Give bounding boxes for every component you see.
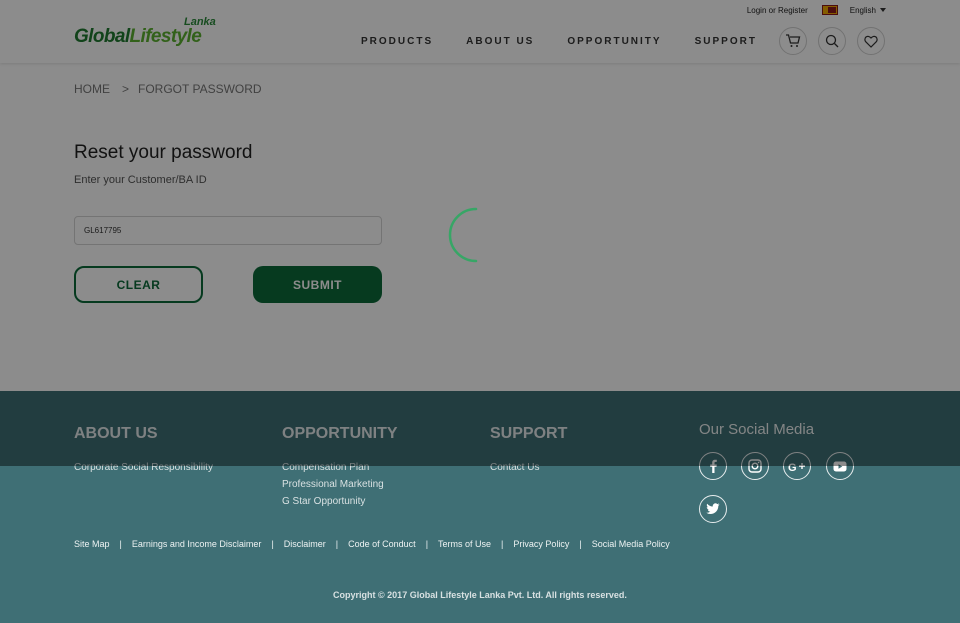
footer-support-title: SUPPORT [490, 425, 568, 442]
instagram-button[interactable] [741, 452, 769, 480]
search-icon [825, 34, 839, 48]
search-button[interactable] [818, 27, 846, 55]
logo-lifestyle-text: Lifestyle [129, 26, 202, 47]
link-separator: | [119, 539, 122, 549]
footer-link-site-map[interactable]: Site Map [74, 539, 110, 549]
breadcrumb-separator: > [122, 82, 130, 96]
clear-button[interactable]: CLEAR [74, 266, 203, 303]
footer-link-contact[interactable]: Contact Us [490, 462, 539, 473]
footer-link-social-policy[interactable]: Social Media Policy [592, 539, 670, 549]
link-separator: | [335, 539, 339, 549]
header-topbar: Login or Register English [747, 5, 886, 15]
breadcrumb-current: FORGOT PASSWORD [138, 82, 262, 96]
wishlist-button[interactable] [857, 27, 885, 55]
nav-opportunity[interactable]: OPPORTUNITY [567, 36, 661, 47]
svg-text:G: G [788, 462, 797, 472]
facebook-button[interactable] [699, 452, 727, 480]
footer-link-professional-marketing[interactable]: Professional Marketing [282, 479, 384, 490]
cart-icon [786, 34, 801, 47]
link-separator: | [271, 539, 274, 549]
link-separator: | [579, 539, 582, 549]
loading-spinner-icon [448, 207, 478, 263]
main-nav: PRODUCTS ABOUT US OPPORTUNITY SUPPORT [361, 36, 790, 47]
nav-support[interactable]: SUPPORT [695, 36, 757, 47]
link-separator: | [425, 539, 429, 549]
twitter-button[interactable] [699, 495, 727, 523]
page-title: Reset your password [74, 142, 253, 163]
site-header: Lanka GlobalLifestyle Login or Register … [0, 0, 960, 63]
customer-id-input[interactable] [74, 216, 382, 245]
footer-link-earnings-disclaimer[interactable]: Earnings and Income Disclaimer [132, 539, 262, 549]
instagram-icon [748, 459, 762, 473]
google-plus-button[interactable]: G [783, 452, 811, 480]
id-field-label: Enter your Customer/BA ID [74, 174, 207, 186]
language-label: English [849, 5, 876, 15]
footer-link-privacy[interactable]: Privacy Policy [513, 539, 569, 549]
youtube-icon [833, 461, 847, 471]
footer-link-csr[interactable]: Corporate Social Responsibility [74, 462, 213, 473]
breadcrumb: HOME > FORGOT PASSWORD [74, 82, 262, 96]
caret-down-icon [880, 8, 886, 12]
logo-brand-text: GlobalLifestyle [74, 26, 202, 48]
breadcrumb-home[interactable]: HOME [74, 82, 110, 96]
facebook-icon [710, 459, 717, 473]
footer-link-terms[interactable]: Terms of Use [438, 539, 491, 549]
site-logo[interactable]: Lanka GlobalLifestyle [74, 16, 224, 50]
copyright-text: Copyright © 2017 Global Lifestyle Lanka … [333, 590, 627, 600]
sri-lanka-flag-icon [821, 5, 838, 15]
social-media-title: Our Social Media [699, 421, 815, 438]
submit-button[interactable]: SUBMIT [253, 266, 382, 303]
cart-button[interactable] [779, 27, 807, 55]
nav-about-us[interactable]: ABOUT US [466, 36, 534, 47]
twitter-icon [706, 503, 720, 514]
logo-global-text: Global [74, 26, 130, 47]
site-footer: ABOUT US Corporate Social Responsibility… [0, 391, 960, 623]
youtube-button[interactable] [826, 452, 854, 480]
google-plus-icon: G [788, 462, 805, 472]
footer-link-disclaimer[interactable]: Disclaimer [284, 539, 326, 549]
footer-link-compensation[interactable]: Compensation Plan [282, 462, 369, 473]
language-selector[interactable]: English [850, 6, 886, 15]
nav-products[interactable]: PRODUCTS [361, 36, 433, 47]
footer-bottom-links: Site Map | Earnings and Income Disclaime… [74, 539, 670, 549]
footer-link-code-of-conduct[interactable]: Code of Conduct [348, 539, 416, 549]
link-separator: | [501, 539, 504, 549]
login-register-link[interactable]: Login or Register [747, 6, 808, 15]
footer-link-g-star[interactable]: G Star Opportunity [282, 496, 365, 507]
heart-icon [864, 35, 878, 48]
footer-about-title: ABOUT US [74, 425, 158, 442]
footer-opportunity-title: OPPORTUNITY [282, 425, 398, 442]
